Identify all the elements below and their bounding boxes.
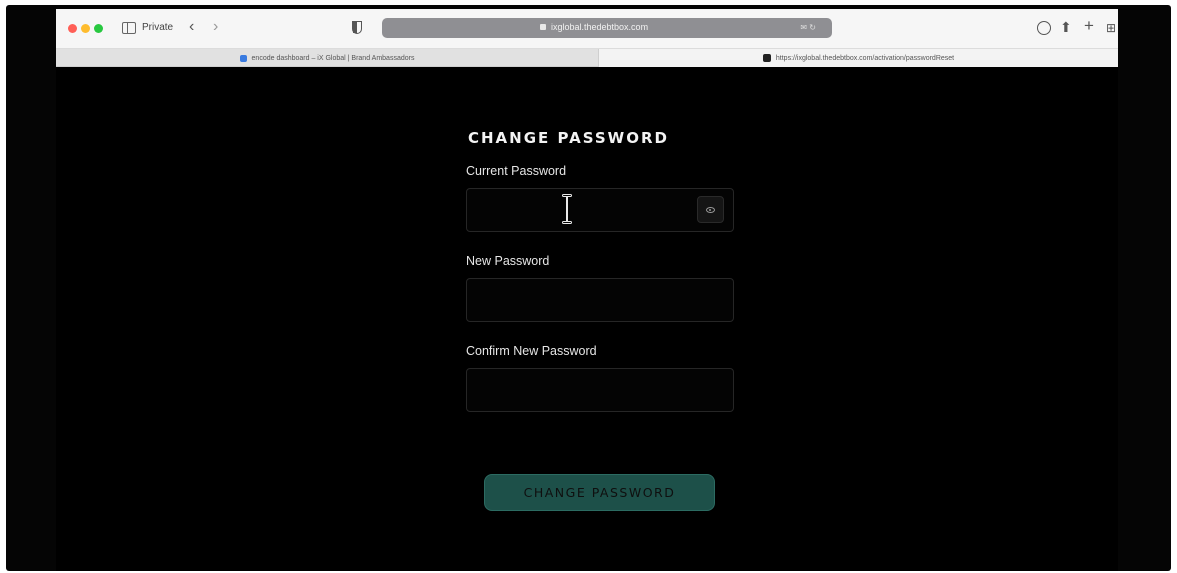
browser-window: Private ‹ › ixglobal.thedebtbox.com ✉ ↻ … (56, 9, 1118, 571)
tab-title: encode dashboard – iX Global | Brand Amb… (251, 54, 415, 62)
address-url: ixglobal.thedebtbox.com (551, 22, 649, 32)
forward-button[interactable]: › (213, 18, 218, 36)
current-password-field[interactable] (466, 188, 734, 232)
tab-overview-icon[interactable]: ⊞ (1106, 21, 1116, 35)
confirm-password-label: Confirm New Password (466, 344, 597, 358)
tab-encode-dashboard[interactable]: encode dashboard – iX Global | Brand Amb… (56, 49, 598, 67)
new-password-field[interactable] (466, 278, 734, 322)
confirm-password-field[interactable] (466, 368, 734, 412)
lock-icon (540, 24, 546, 30)
share-icon[interactable]: ⬆ (1060, 19, 1072, 36)
address-actions[interactable]: ✉ ↻ (800, 23, 816, 32)
sidebar-toggle-icon[interactable] (122, 22, 136, 34)
show-password-button[interactable] (697, 196, 724, 223)
tab-bar: encode dashboard – iX Global | Brand Amb… (56, 49, 1118, 67)
page-content: CHANGE PASSWORD Current Password New Pas… (56, 67, 1118, 571)
page-title: CHANGE PASSWORD (468, 129, 669, 147)
new-password-label: New Password (466, 254, 550, 268)
text-cursor-icon (562, 194, 572, 224)
eye-icon (706, 206, 715, 213)
tab-password-reset[interactable]: https://ixglobal.thedebtbox.com/activati… (598, 49, 1118, 67)
ix-logo-icon (239, 54, 247, 62)
private-label: Private (142, 22, 174, 33)
current-password-label: Current Password (466, 164, 567, 178)
address-bar[interactable]: ixglobal.thedebtbox.com ✉ ↻ (382, 18, 832, 38)
debtbox-favicon-icon (762, 54, 771, 62)
close-window-button[interactable] (68, 24, 77, 33)
downloads-icon[interactable] (1037, 21, 1051, 35)
back-button[interactable]: ‹ (189, 18, 194, 36)
change-password-button[interactable]: CHANGE PASSWORD (484, 474, 715, 511)
tab-title: https://ixglobal.thedebtbox.com/activati… (775, 54, 955, 62)
privacy-shield-icon[interactable] (352, 21, 362, 34)
minimize-window-button[interactable] (81, 24, 90, 33)
browser-toolbar: Private ‹ › ixglobal.thedebtbox.com ✉ ↻ … (56, 9, 1118, 49)
zoom-window-button[interactable] (94, 24, 103, 33)
new-tab-icon[interactable]: + (1084, 16, 1094, 36)
